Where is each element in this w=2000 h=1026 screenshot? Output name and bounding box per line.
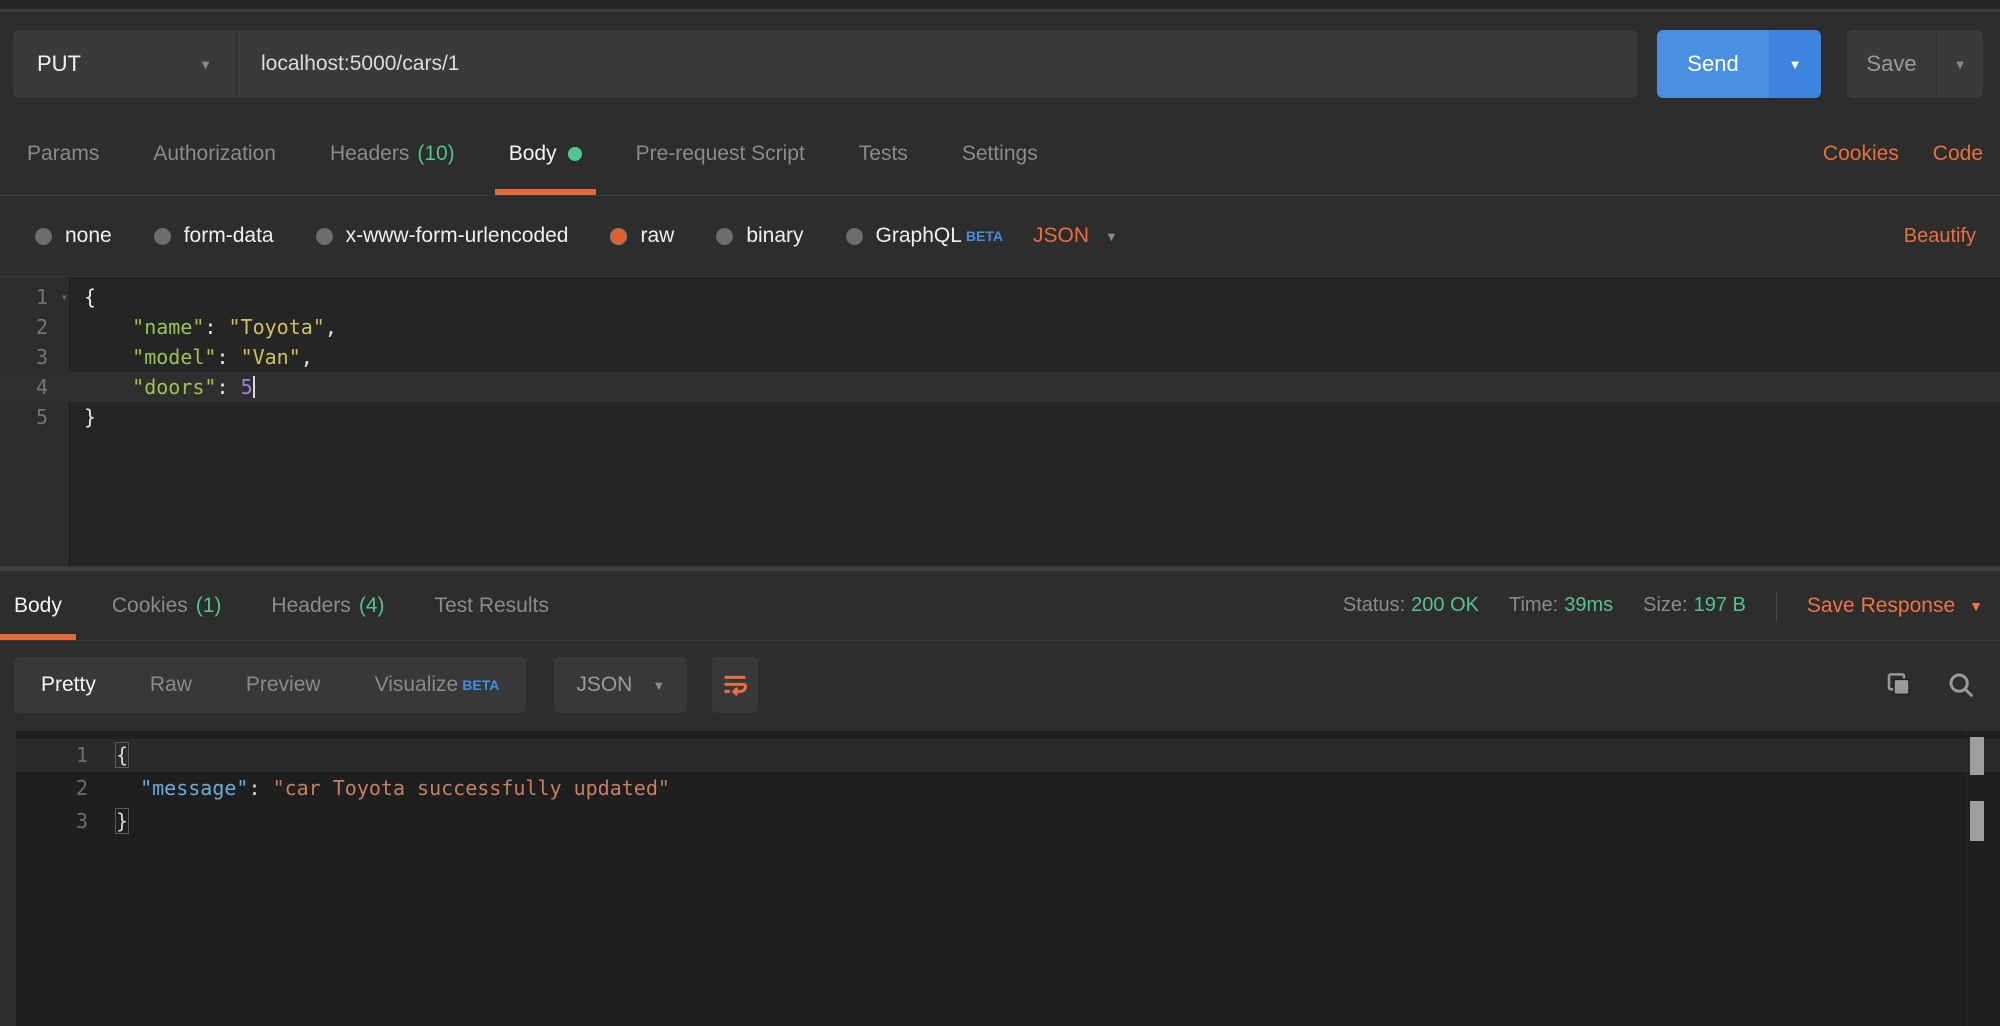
scrollbar-annotation (1970, 737, 1984, 775)
response-view-switcher: Pretty Raw Preview VisualizeBETA (14, 657, 526, 713)
editor-line-active: 4 "doors": 5 (0, 372, 2000, 402)
editor-line: 2 "name": "Toyota", (0, 312, 2000, 342)
status-badge: Status:200 OK (1343, 594, 1479, 617)
chevron-down-icon: ▼ (199, 57, 212, 72)
view-visualize-button[interactable]: VisualizeBETA (348, 657, 527, 713)
radio-icon (154, 228, 171, 245)
divider (1776, 591, 1777, 621)
chevron-down-icon: ▼ (1954, 57, 1967, 72)
send-button[interactable]: Send (1657, 30, 1769, 98)
radio-icon (35, 228, 52, 245)
chevron-down-icon: ▼ (1969, 598, 1983, 614)
search-button[interactable] (1946, 670, 1976, 700)
editor-line: 1▾ { (0, 282, 2000, 312)
radio-none[interactable]: none (35, 224, 112, 248)
response-meta: Status:200 OK Time:39ms Size:197 B Save … (1343, 571, 1983, 640)
radio-graphql[interactable]: GraphQL BETA (846, 224, 1003, 248)
response-line-active: 1 { (16, 739, 2000, 772)
request-tabs: Params Authorization Headers(10) Body Pr… (0, 112, 2000, 196)
body-type-row: none form-data x-www-form-urlencoded raw… (0, 196, 2000, 276)
graphql-beta-badge: BETA (966, 228, 1003, 244)
response-body-viewer[interactable]: 1 { 2 "message": "car Toyota successfull… (16, 731, 2000, 1026)
chevron-down-icon: ▼ (1789, 57, 1802, 72)
wrap-text-icon (721, 671, 749, 699)
view-raw-button[interactable]: Raw (123, 657, 219, 713)
body-filled-dot (568, 147, 582, 161)
request-body-editor[interactable]: 1▾ { 2 "name": "Toyota", 3 "model": "Van… (0, 276, 2000, 566)
url-field-wrap (237, 30, 1637, 98)
response-tab-headers[interactable]: Headers(4) (257, 571, 398, 640)
tab-tests[interactable]: Tests (845, 112, 922, 195)
response-toolbar: Pretty Raw Preview VisualizeBETA JSON ▼ (0, 641, 2000, 731)
headers-count: (10) (417, 142, 454, 166)
response-header: Body Cookies(1) Headers(4) Test Results … (0, 571, 2000, 641)
scrollbar-annotation (1970, 801, 1984, 841)
send-split-button: Send ▼ (1657, 30, 1821, 98)
editor-line: 3 "model": "Van", (0, 342, 2000, 372)
response-language-select[interactable]: JSON ▼ (554, 657, 687, 713)
radio-form-data[interactable]: form-data (154, 224, 274, 248)
tab-params[interactable]: Params (13, 112, 113, 195)
tab-settings[interactable]: Settings (948, 112, 1052, 195)
send-options-button[interactable]: ▼ (1769, 30, 1821, 98)
response-line: 3 } (16, 805, 2000, 838)
search-icon (1946, 670, 1976, 700)
chevron-down-icon: ▼ (652, 678, 665, 693)
request-tabs-right: Cookies Code (1823, 112, 1983, 195)
url-input[interactable] (239, 52, 1635, 76)
tab-pre-request-script[interactable]: Pre-request Script (622, 112, 819, 195)
view-pretty-button[interactable]: Pretty (14, 657, 123, 713)
save-options-button[interactable]: ▼ (1937, 30, 1983, 98)
radio-binary[interactable]: binary (716, 224, 803, 248)
view-preview-button[interactable]: Preview (219, 657, 348, 713)
request-url-bar: PUT ▼ Send ▼ Save ▼ (0, 12, 2000, 112)
code-link[interactable]: Code (1933, 142, 1983, 166)
save-button[interactable]: Save (1847, 30, 1937, 98)
size-badge: Size:197 B (1643, 594, 1746, 617)
response-tab-test-results[interactable]: Test Results (420, 571, 562, 640)
save-split-button: Save ▼ (1847, 30, 1983, 98)
editor-line: 5 } (0, 402, 2000, 432)
beautify-link[interactable]: Beautify (1904, 225, 1976, 248)
response-headers-count: (4) (359, 594, 385, 618)
save-response-button[interactable]: Save Response ▼ (1807, 594, 1983, 618)
tab-headers[interactable]: Headers(10) (316, 112, 469, 195)
window-top-edge (0, 0, 2000, 12)
radio-x-www-form-urlencoded[interactable]: x-www-form-urlencoded (316, 224, 569, 248)
radio-selected-icon (610, 228, 627, 245)
tab-authorization[interactable]: Authorization (139, 112, 290, 195)
tab-body[interactable]: Body (495, 112, 596, 195)
radio-icon (316, 228, 333, 245)
chevron-down-icon: ▼ (1105, 229, 1118, 244)
time-badge: Time:39ms (1509, 594, 1613, 617)
raw-language-select[interactable]: JSON ▼ (1033, 224, 1118, 248)
visualize-beta-badge: BETA (462, 677, 499, 693)
method-select[interactable]: PUT ▼ (13, 30, 237, 98)
wrap-text-button[interactable] (712, 657, 758, 713)
cookies-link[interactable]: Cookies (1823, 142, 1899, 166)
fold-caret-icon[interactable]: ▾ (61, 282, 68, 312)
cookies-count: (1) (196, 594, 222, 618)
copy-button[interactable] (1884, 670, 1914, 700)
response-tab-body[interactable]: Body (0, 571, 76, 640)
response-line: 2 "message": "car Toyota successfully up… (16, 772, 2000, 805)
radio-icon (716, 228, 733, 245)
copy-icon (1884, 670, 1914, 700)
text-cursor (253, 376, 255, 398)
method-value: PUT (37, 51, 81, 77)
radio-raw[interactable]: raw (610, 224, 674, 248)
response-tab-cookies[interactable]: Cookies(1) (98, 571, 236, 640)
response-toolbar-icons (1884, 670, 1976, 700)
scrollbar[interactable] (1966, 731, 1986, 1026)
radio-icon (846, 228, 863, 245)
